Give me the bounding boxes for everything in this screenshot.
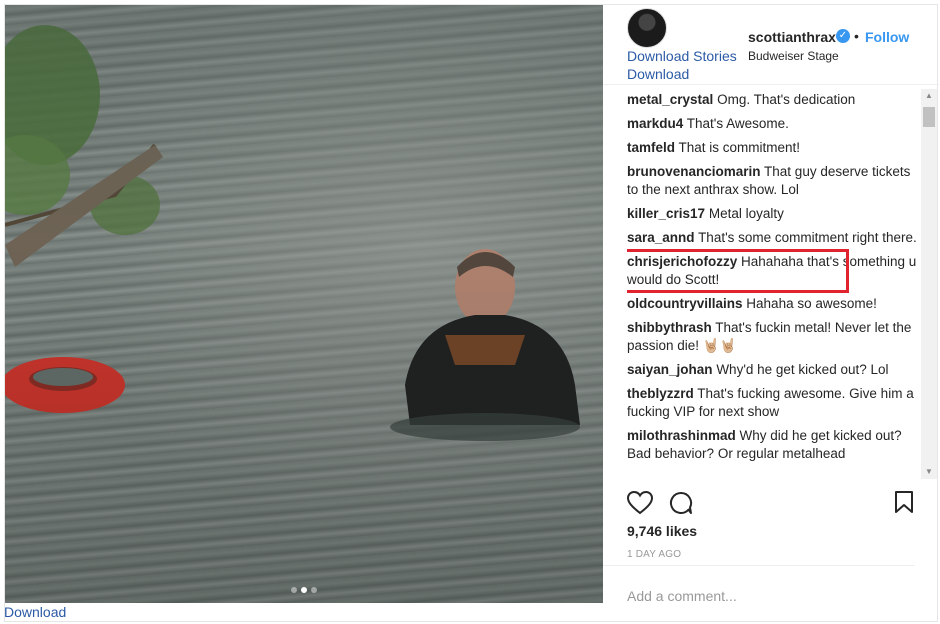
carousel-dot[interactable] <box>311 587 317 593</box>
username[interactable]: scottianthrax <box>748 29 836 45</box>
comment-item: brunovenanciomarin That guy deserve tick… <box>627 163 917 199</box>
comment-username[interactable]: killer_cris17 <box>627 206 705 221</box>
add-comment-input[interactable]: Add a comment... <box>627 588 737 604</box>
comment-text: That is commitment! <box>678 140 801 155</box>
comment-item: markdu4 That's Awesome. <box>627 115 917 133</box>
comment-username[interactable]: tamfeld <box>627 140 675 155</box>
post-sidebar: Download Stories Download scottianthrax … <box>603 5 939 621</box>
comment-item: theblyzzrd That's fucking awesome. Give … <box>627 385 917 421</box>
speech-bubble-icon[interactable] <box>669 491 693 515</box>
comment-username[interactable]: markdu4 <box>627 116 683 131</box>
comment-item: shibbythrash That's fuckin metal! Never … <box>627 319 917 355</box>
likes-count[interactable]: 9,746 likes <box>627 523 697 539</box>
comment-username[interactable]: oldcountryvillains <box>627 296 743 311</box>
heart-icon[interactable] <box>627 491 653 515</box>
comment-username[interactable]: shibbythrash <box>627 320 712 335</box>
comment-username[interactable]: brunovenanciomarin <box>627 164 761 179</box>
download-link[interactable]: Download <box>627 66 689 82</box>
post-header: Download Stories Download scottianthrax … <box>603 5 939 85</box>
carousel-dots <box>5 587 603 593</box>
comment-item: killer_cris17 Metal loyalty <box>627 205 917 223</box>
comment-username[interactable]: saiyan_johan <box>627 362 713 377</box>
red-highlight-box <box>627 249 849 293</box>
comments-list[interactable]: metal_crystal Omg. That's dedication mar… <box>627 91 917 481</box>
comment-username[interactable]: theblyzzrd <box>627 386 694 401</box>
photo-shade <box>5 5 603 603</box>
add-comment-bar: Add a comment... <box>603 565 915 621</box>
verified-badge-icon: ✓ <box>836 29 850 43</box>
comment-username[interactable]: metal_crystal <box>627 92 713 107</box>
carousel-dot[interactable] <box>291 587 297 593</box>
action-bar <box>627 491 917 519</box>
post-timestamp[interactable]: 1 DAY AGO <box>627 549 681 560</box>
comment-item-highlighted: chrisjerichofozzy Hahahaha that's someth… <box>627 249 917 293</box>
comments-scrollbar[interactable]: ▲ ▼ <box>921 89 937 479</box>
comment-text: Hahaha so awesome! <box>746 296 877 311</box>
comment-text: Why'd he get kicked out? Lol <box>716 362 889 377</box>
download-stories-link[interactable]: Download Stories <box>627 48 737 64</box>
comment-item: tamfeld That is commitment! <box>627 139 917 157</box>
comment-text: Omg. That's dedication <box>717 92 856 107</box>
post-photo[interactable] <box>5 5 603 603</box>
location-link[interactable]: Budweiser Stage <box>748 49 839 63</box>
comment-username[interactable]: sara_annd <box>627 230 695 245</box>
download-link-bottom[interactable]: Download <box>4 604 66 620</box>
scroll-down-arrow-icon[interactable]: ▼ <box>921 465 937 479</box>
separator-dot: • <box>854 28 859 44</box>
comment-username[interactable]: milothrashinmad <box>627 428 736 443</box>
comment-item: saiyan_johan Why'd he get kicked out? Lo… <box>627 361 917 379</box>
bookmark-icon[interactable] <box>895 491 913 513</box>
comment-text: That's some commitment right there. <box>698 230 917 245</box>
follow-button[interactable]: Follow <box>865 29 909 45</box>
comment-text: Metal loyalty <box>708 206 784 221</box>
comment-item: sara_annd That's some commitment right t… <box>627 229 917 247</box>
avatar[interactable] <box>627 8 667 48</box>
carousel-dot-active[interactable] <box>301 587 307 593</box>
comment-item: milothrashinmad Why did he get kicked ou… <box>627 427 917 463</box>
instagram-post: Download Stories Download scottianthrax … <box>4 4 939 622</box>
comment-item: metal_crystal Omg. That's dedication <box>627 91 917 109</box>
comment-text: That's Awesome. <box>686 116 789 131</box>
comment-item: oldcountryvillains Hahaha so awesome! <box>627 295 917 313</box>
scrollbar-thumb[interactable] <box>923 107 935 127</box>
scroll-up-arrow-icon[interactable]: ▲ <box>921 89 937 103</box>
